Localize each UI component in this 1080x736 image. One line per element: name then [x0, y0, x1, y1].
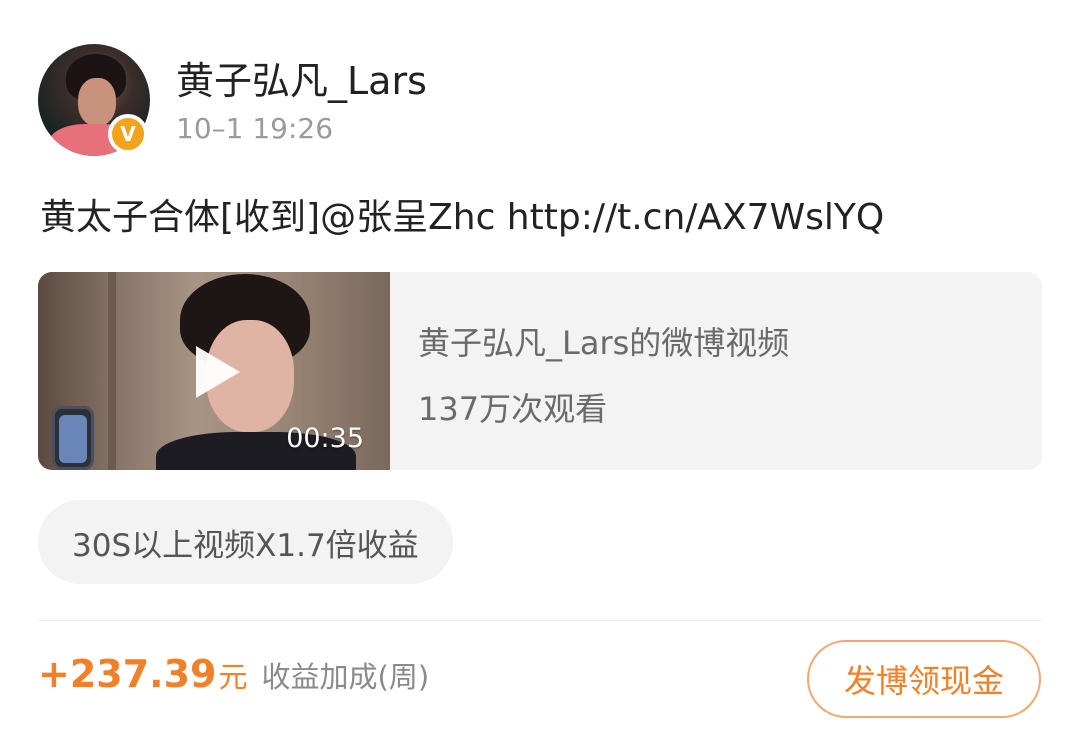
video-card[interactable]: 00:35 黄子弘凡_Lars的微博视频 137万次观看 — [38, 272, 1042, 470]
post-text[interactable]: 黄太子合体[收到]@张呈Zhc http://t.cn/AX7WslYQ — [40, 188, 884, 240]
post-for-cash-button[interactable]: 发博领现金 — [807, 640, 1041, 718]
divider — [38, 620, 1042, 621]
earnings-summary: +237.39 元 收益加成(周) — [38, 652, 429, 696]
author-name[interactable]: 黄子弘凡_Lars — [176, 50, 427, 105]
thumbnail-phone-screen — [59, 415, 87, 463]
play-icon[interactable] — [196, 346, 240, 398]
earnings-unit: 元 — [218, 660, 248, 694]
video-title[interactable]: 黄子弘凡_Lars的微博视频 — [418, 318, 789, 364]
promo-tag-label: 30S以上视频X1.7倍收益 — [72, 527, 419, 564]
verified-badge-icon: V — [108, 114, 148, 154]
video-thumbnail[interactable]: 00:35 — [38, 272, 390, 470]
thumbnail-phone — [52, 406, 94, 470]
video-duration: 00:35 — [286, 423, 364, 454]
post-timestamp: 10–1 19:26 — [176, 112, 334, 145]
earnings-amount: +237.39 — [38, 652, 217, 696]
thumbnail-door-frame — [108, 272, 116, 470]
post-for-cash-label: 发博领现金 — [843, 662, 1004, 700]
promo-tag[interactable]: 30S以上视频X1.7倍收益 — [38, 500, 453, 584]
earnings-label: 收益加成(周) — [261, 660, 430, 694]
avatar-face-shape — [78, 78, 116, 126]
verified-badge-letter: V — [120, 122, 136, 146]
weibo-post-card: V 黄子弘凡_Lars 10–1 19:26 黄太子合体[收到]@张呈Zhc h… — [0, 0, 1080, 736]
video-view-count: 137万次观看 — [418, 390, 608, 428]
